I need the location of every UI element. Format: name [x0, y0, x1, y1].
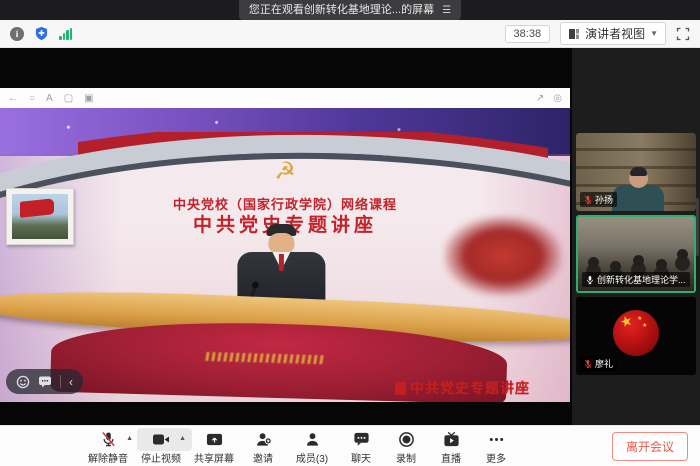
record-button[interactable]: 录制: [388, 428, 424, 465]
refresh-icon[interactable]: ○: [29, 93, 35, 104]
camera-icon: [152, 431, 170, 448]
invite-icon: [255, 431, 272, 448]
shared-screen-stage: ← ○ A ▢ ▣ ↗ ◎: [0, 48, 572, 425]
participant-tile-1[interactable]: 孙扬: [576, 133, 696, 211]
more-button[interactable]: 更多: [478, 428, 514, 465]
watching-banner[interactable]: 您正在观看创新转化基地理论...的屏幕 ☰: [239, 0, 461, 20]
record-icon: [398, 431, 415, 448]
flag-star-icon: ★: [618, 311, 635, 331]
back-icon[interactable]: ←: [8, 93, 18, 104]
meeting-timer: 38:38: [505, 25, 551, 43]
avatar: ★ ★ ★: [613, 310, 659, 356]
watermark-text: 中共党史专题讲座: [410, 378, 530, 398]
info-icon[interactable]: i: [10, 27, 24, 41]
sidebar-scrollbar[interactable]: [696, 198, 699, 256]
button-label: 解除静音: [88, 450, 128, 465]
collapse-chevron-icon[interactable]: ‹: [69, 376, 73, 388]
members-icon: [304, 431, 321, 448]
view-mode-label: 演讲者视图: [585, 25, 645, 42]
shared-app-toolbar: ← ○ A ▢ ▣ ↗ ◎: [0, 88, 570, 108]
top-toolbar-left: i: [10, 26, 72, 41]
button-label: 录制: [396, 450, 416, 465]
titlebar: 您正在观看创新转化基地理论...的屏幕 ☰: [0, 0, 700, 20]
expand-icon[interactable]: ↗: [536, 93, 544, 104]
watermark-seal-icon: [395, 382, 406, 395]
desk-gold-lettering: [205, 352, 324, 364]
shared-toolbar-right-icons: ↗ ◎: [536, 93, 562, 104]
button-label: 直播: [441, 450, 461, 465]
font-icon[interactable]: A: [46, 93, 53, 104]
layout-icon: [568, 28, 580, 40]
shared-content: ← ○ A ▢ ▣ ↗ ◎: [0, 88, 570, 402]
button-label: 邀请: [253, 450, 273, 465]
shared-toolbar-left-icons: ← ○ A ▢ ▣: [8, 93, 94, 104]
invite-button[interactable]: 邀请: [245, 428, 281, 465]
button-label: 更多: [486, 450, 506, 465]
settings-icon[interactable]: ◎: [553, 93, 562, 104]
video-options-caret[interactable]: ▲: [179, 435, 186, 442]
chevron-down-icon: ▼: [650, 29, 658, 38]
more-icon: [488, 431, 505, 448]
share-screen-button[interactable]: 共享屏幕: [192, 428, 236, 465]
watching-banner-text: 您正在观看创新转化基地理论...的屏幕: [249, 0, 434, 20]
network-signal-icon[interactable]: [59, 28, 72, 40]
button-label: 停止视频: [141, 450, 181, 465]
participant-2-name-tag: 创新转化基地理论学...: [582, 272, 690, 287]
stop-video-button[interactable]: 停止视频 ▲: [139, 428, 183, 465]
participant-1-silhouette: [612, 169, 664, 211]
meeting-window: 您正在观看创新转化基地理论...的屏幕 ☰ i 38:38 演: [0, 0, 700, 466]
divider: [60, 375, 61, 388]
flag-star-icon: ★: [637, 315, 642, 322]
participant-name: 廖礼: [595, 357, 613, 370]
share-screen-icon: [206, 431, 223, 448]
members-button[interactable]: 成员(3): [290, 428, 334, 465]
unmute-button[interactable]: 解除静音 ▲: [86, 428, 130, 465]
participant-name: 孙扬: [595, 193, 613, 206]
grid-icon[interactable]: ▣: [84, 93, 93, 104]
reaction-toolbar[interactable]: ‹: [6, 369, 83, 394]
chat-button[interactable]: 聊天: [343, 428, 379, 465]
participant-name: 创新转化基地理论学...: [597, 273, 686, 286]
participants-sidebar: 孙扬 创新转化基地理论学...: [572, 48, 700, 425]
party-emblem-icon: ☭: [0, 160, 570, 184]
main-area: ← ○ A ▢ ▣ ↗ ◎: [0, 48, 700, 425]
participant-3-name-tag: 廖礼: [580, 356, 617, 371]
flag-star-icon: ★: [642, 322, 647, 329]
view-mode-button[interactable]: 演讲者视图 ▼: [560, 22, 666, 45]
live-button[interactable]: 直播: [433, 428, 469, 465]
bottom-toolbar: 解除静音 ▲ 停止视频 ▲: [0, 425, 700, 466]
button-label: 共享屏幕: [194, 450, 234, 465]
mic-muted-icon: [584, 359, 592, 369]
button-label: 成员(3): [296, 450, 328, 465]
background-red-artwork: [444, 216, 562, 296]
mic-off-icon: [100, 431, 117, 448]
leave-meeting-button[interactable]: 离开会议: [612, 432, 688, 461]
emoji-icon[interactable]: [16, 375, 30, 389]
participant-tile-2-active-speaker[interactable]: 创新转化基地理论学...: [576, 215, 696, 293]
live-icon: [443, 431, 460, 448]
window-icon[interactable]: ▢: [64, 93, 73, 104]
button-label: 聊天: [351, 450, 371, 465]
participant-tile-3[interactable]: ★ ★ ★ 廖礼: [576, 297, 696, 375]
mic-options-caret[interactable]: ▲: [126, 435, 133, 442]
banner-menu-icon[interactable]: ☰: [442, 5, 451, 16]
chat-icon: [353, 431, 370, 448]
video-watermark: 中共党史专题讲座: [395, 378, 530, 398]
fullscreen-icon[interactable]: [676, 27, 690, 41]
toolbar-buttons: 解除静音 ▲ 停止视频 ▲: [86, 428, 514, 465]
lecture-video[interactable]: ☭ 中央党校（国家行政学院）网络课程 中共党史专题讲座: [0, 108, 570, 402]
chat-bubble-icon[interactable]: [38, 375, 52, 388]
mic-on-icon: [586, 275, 594, 285]
top-toolbar: i 38:38 演讲者视图 ▼: [0, 20, 700, 48]
wall-picture-flag: [6, 188, 74, 245]
mic-muted-icon: [584, 195, 592, 205]
shield-icon[interactable]: [34, 26, 49, 41]
top-toolbar-right: 38:38 演讲者视图 ▼: [505, 22, 690, 45]
participant-1-name-tag: 孙扬: [580, 192, 617, 207]
